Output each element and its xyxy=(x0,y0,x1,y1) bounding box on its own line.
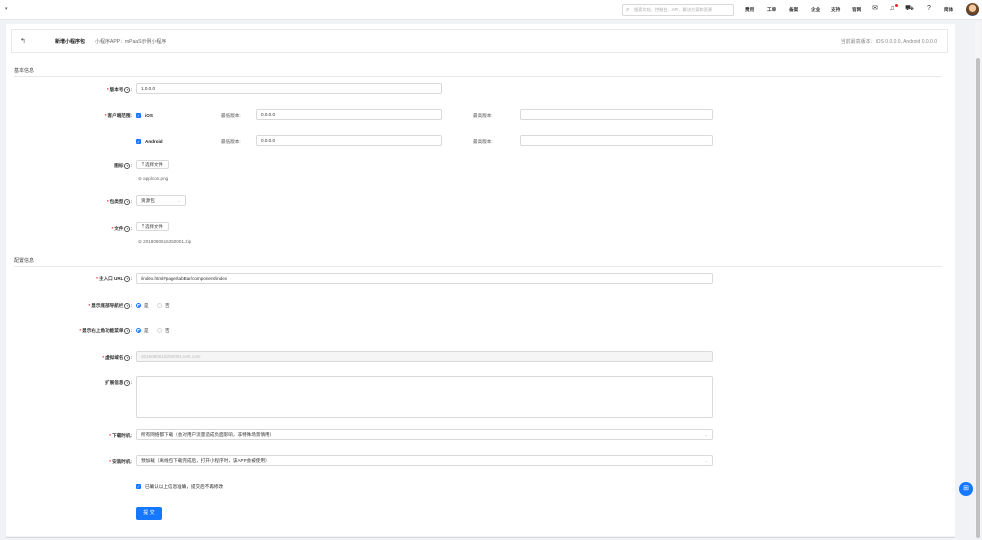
vhost-label: *虚拟域名?: xyxy=(102,355,132,361)
install-select[interactable]: 预加载（离线包下载完成后，打开小程序时，该APP会被使用） ⌄ xyxy=(136,455,713,466)
back-arrow-icon[interactable]: ↰ xyxy=(20,37,26,45)
download-label: *下载时机: xyxy=(109,433,132,438)
bottom-nav-label: *显示底部导航栏?: xyxy=(88,303,132,309)
top-menu-yes-radio[interactable] xyxy=(136,328,141,333)
vhost-input: 2018080616250001.test.com xyxy=(136,351,713,362)
top-menu-label: *显示右上角功能菜单?: xyxy=(79,328,132,334)
nav-official[interactable]: 官网 xyxy=(852,7,861,13)
nav-support[interactable]: 支持 xyxy=(831,7,840,13)
help-icon: ? xyxy=(124,355,131,361)
android-max-label: 最高版本: xyxy=(473,139,493,144)
version-label: *版本号?: xyxy=(106,87,132,93)
ios-max-input[interactable] xyxy=(520,109,713,120)
top-bar: ▾ ⌕ 搜索文档、控制台、API、解决方案和资源 费用 工单 备案 企业 支持 … xyxy=(0,0,982,20)
ios-min-input[interactable]: 0.0.0.0 xyxy=(256,109,442,120)
help-icon: ? xyxy=(124,303,131,309)
top-menu-yes-label: 是 xyxy=(144,328,149,333)
version-input[interactable]: 1.0.0.0 xyxy=(136,83,442,94)
top-menu-no-radio[interactable] xyxy=(157,328,162,333)
help-icon[interactable]: ? xyxy=(925,5,933,13)
chevron-down-icon: ⌄ xyxy=(704,432,708,437)
ios-min-label: 最低版本: xyxy=(221,113,241,118)
nav-cost[interactable]: 费用 xyxy=(745,7,754,13)
android-label: Android xyxy=(145,139,163,144)
avatar[interactable] xyxy=(966,3,979,16)
nav-filing[interactable]: 备案 xyxy=(789,7,798,13)
android-max-input[interactable] xyxy=(520,135,713,146)
current-version: 当前最高版本：iOS 0.0.0.0, Android 0.0.0.0 xyxy=(840,39,937,45)
bottom-nav-yes-label: 是 xyxy=(144,303,149,308)
scrollbar-thumb[interactable] xyxy=(976,58,980,538)
package-type-label: *包类型?: xyxy=(106,199,132,205)
help-icon: ? xyxy=(124,328,131,334)
search-input[interactable]: ⌕ 搜索文档、控制台、API、解决方案和资源 xyxy=(622,4,734,16)
ext-textarea[interactable] xyxy=(136,376,713,418)
client-range-label: *客户端范围: xyxy=(104,113,132,118)
file-upload-button[interactable]: ⤒ 选择文件 xyxy=(136,222,169,231)
page-subtitle: 小程序APP：mPaaS示例小程序 xyxy=(95,39,167,45)
nav-enterprise[interactable]: 企业 xyxy=(811,7,820,13)
mail-icon[interactable]: ✉ xyxy=(871,5,879,13)
ios-max-label: 最高版本: xyxy=(473,113,493,118)
icon-file: ⊘ applcon.png xyxy=(138,176,169,181)
main-url-input[interactable]: /index.html#page/tabBar/component/index xyxy=(136,273,713,284)
floating-help-icon[interactable]: ⊞ xyxy=(959,482,973,496)
divider xyxy=(6,537,955,538)
ext-label: 扩展信息?: xyxy=(105,380,132,386)
help-icon: ? xyxy=(124,380,131,386)
confirm-text: 已确认以上信息准确，提交后不再修改 xyxy=(145,484,224,489)
bottom-nav-yes-radio[interactable] xyxy=(136,303,141,308)
bottom-nav-no-label: 否 xyxy=(165,303,170,308)
language-switch[interactable]: 简体 xyxy=(944,7,953,13)
icon-upload-button[interactable]: ⤒ 选择文件 xyxy=(136,160,169,169)
file-label: *文件?: xyxy=(111,226,132,232)
chevron-down-icon: ⌄ xyxy=(177,198,181,203)
package-type-select[interactable]: 资源包 ⌄ xyxy=(136,195,186,206)
section-config: 配置信息 xyxy=(14,258,35,264)
bottom-nav-no-radio[interactable] xyxy=(157,303,162,308)
submit-button[interactable]: 提 交 xyxy=(136,507,162,520)
package-file: ⊘ 2018080616250001.zip xyxy=(138,239,192,244)
main-url-label: *主入口 URL?: xyxy=(96,276,132,282)
android-min-label: 最低版本: xyxy=(221,139,241,144)
help-icon: ? xyxy=(124,87,131,93)
download-select[interactable]: 所有网络都下载（会对用户流量造成负面影响，非特殊场景慎用） ⌄ xyxy=(136,429,713,440)
search-icon: ⌕ xyxy=(626,7,630,13)
ios-checkbox[interactable]: ✓ xyxy=(136,113,141,118)
help-icon: ? xyxy=(124,163,131,169)
section-basic: 基本信息 xyxy=(14,68,35,74)
android-checkbox[interactable]: ✓ xyxy=(136,139,141,144)
confirm-checkbox[interactable]: ✓ xyxy=(136,484,141,489)
page-header: ↰ 新增小程序包 小程序APP：mPaaS示例小程序 当前最高版本：iOS 0.… xyxy=(11,29,948,53)
help-icon: ? xyxy=(124,226,131,232)
divider xyxy=(14,266,942,267)
search-placeholder: 搜索文档、控制台、API、解决方案和资源 xyxy=(634,7,712,12)
page-title: 新增小程序包 xyxy=(55,39,86,45)
top-menu-no-label: 否 xyxy=(165,328,170,333)
help-icon: ? xyxy=(124,199,131,205)
nav-ticket[interactable]: 工单 xyxy=(767,7,776,13)
cart-icon[interactable]: ⛟ xyxy=(905,5,914,13)
divider xyxy=(14,76,942,77)
ios-label: iOS xyxy=(145,113,153,118)
notification-dot xyxy=(895,4,898,7)
install-label: *安装时机: xyxy=(109,459,132,464)
android-min-input[interactable]: 0.0.0.0 xyxy=(256,135,442,146)
icon-label: 图标?: xyxy=(114,163,132,169)
help-icon: ? xyxy=(124,276,131,282)
chevron-down-icon: ⌄ xyxy=(704,458,708,463)
menu-caret-icon[interactable]: ▾ xyxy=(5,6,8,12)
